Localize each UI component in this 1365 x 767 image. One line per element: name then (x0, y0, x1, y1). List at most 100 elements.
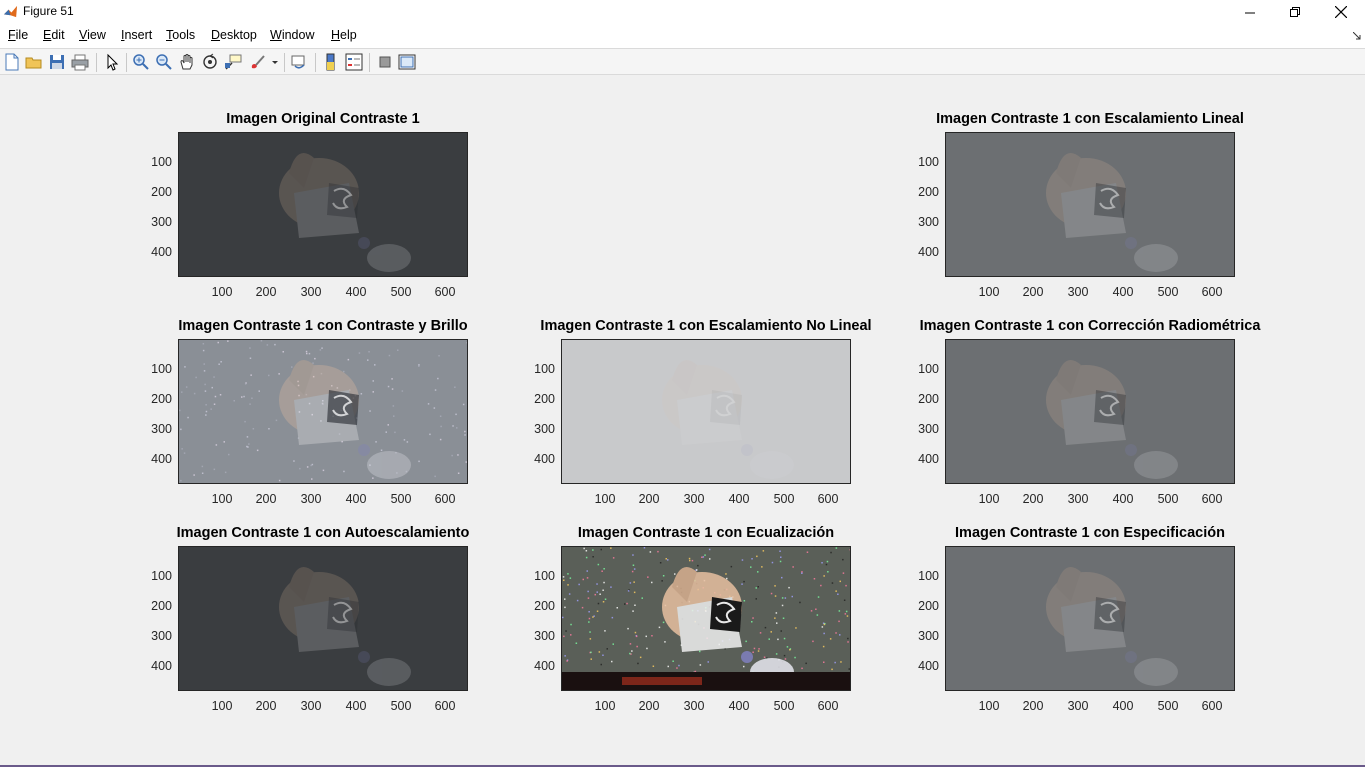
subplot-axes[interactable] (178, 339, 468, 484)
y-tick-label: 200 (151, 599, 172, 613)
y-tick-label: 200 (918, 185, 939, 199)
x-tick-label: 100 (978, 285, 1000, 299)
x-tick-label: 200 (255, 492, 277, 506)
x-tick-label: 100 (594, 699, 616, 713)
x-tick-label: 200 (638, 492, 660, 506)
show-plot-tools-icon[interactable] (398, 53, 416, 71)
y-tick-label: 100 (151, 569, 172, 583)
hide-plot-tools-icon[interactable] (376, 53, 394, 71)
x-tick-label: 100 (211, 492, 233, 506)
restore-button[interactable] (1272, 0, 1318, 24)
x-tick-label: 600 (1201, 699, 1223, 713)
close-button[interactable] (1318, 0, 1364, 24)
x-tick-label: 600 (434, 285, 456, 299)
y-tick-label: 400 (151, 245, 172, 259)
x-tick-label: 300 (1067, 699, 1089, 713)
y-tick-label: 400 (151, 452, 172, 466)
data-cursor-icon[interactable] (224, 53, 242, 71)
subplot-title: Imagen Contraste 1 con Especificación (955, 525, 1225, 541)
menu-desktop[interactable]: Desktop (211, 28, 257, 42)
y-tick-label: 300 (151, 215, 172, 229)
x-tick-label: 300 (683, 699, 705, 713)
subplot-axes[interactable] (945, 132, 1235, 277)
legend-icon[interactable] (345, 53, 363, 71)
menu-window[interactable]: Window (270, 28, 314, 42)
x-tick-label: 600 (817, 699, 839, 713)
x-tick-label: 400 (345, 492, 367, 506)
subplot-axes[interactable] (561, 546, 851, 691)
edit-plot-icon[interactable] (103, 53, 121, 71)
open-icon[interactable] (25, 53, 43, 71)
x-tick-label: 400 (345, 699, 367, 713)
y-tick-label: 400 (918, 245, 939, 259)
y-tick-label: 200 (151, 392, 172, 406)
image-display (562, 340, 850, 483)
chevron-down-icon[interactable] (272, 61, 278, 65)
x-tick-label: 300 (300, 285, 322, 299)
subplot-axes[interactable] (945, 546, 1235, 691)
menu-tools[interactable]: Tools (166, 28, 195, 42)
x-tick-label: 300 (1067, 492, 1089, 506)
link-plot-icon[interactable] (290, 53, 308, 71)
menu-file[interactable]: File (8, 28, 28, 42)
brush-icon[interactable] (249, 53, 267, 71)
subplot-axes[interactable] (178, 132, 468, 277)
pan-icon[interactable] (178, 53, 196, 71)
x-tick-label: 400 (1112, 492, 1134, 506)
subplot-title: Imagen Original Contraste 1 (226, 111, 420, 127)
subplot-title: Imagen Contraste 1 con Corrección Radiom… (919, 318, 1261, 334)
y-tick-label: 400 (918, 659, 939, 673)
x-tick-label: 200 (1022, 492, 1044, 506)
y-tick-label: 100 (918, 362, 939, 376)
y-tick-label: 300 (151, 422, 172, 436)
x-tick-label: 400 (1112, 285, 1134, 299)
x-tick-label: 500 (390, 285, 412, 299)
zoom-out-icon[interactable] (155, 53, 173, 71)
menu-view[interactable]: View (79, 28, 106, 42)
x-tick-label: 500 (390, 492, 412, 506)
x-tick-label: 600 (1201, 492, 1223, 506)
x-tick-label: 600 (434, 699, 456, 713)
zoom-in-icon[interactable] (132, 53, 150, 71)
image-display (946, 133, 1234, 276)
toolbar-separator (315, 53, 316, 72)
print-icon[interactable] (71, 53, 89, 71)
x-tick-label: 100 (978, 492, 1000, 506)
subplot-title: Imagen Contraste 1 con Escalamiento No L… (540, 318, 872, 334)
y-tick-label: 200 (534, 392, 555, 406)
colorbar-icon[interactable] (322, 53, 340, 71)
minimize-button[interactable] (1227, 0, 1273, 24)
menu-insert[interactable]: Insert (121, 28, 152, 42)
y-tick-label: 300 (918, 629, 939, 643)
x-tick-label: 300 (1067, 285, 1089, 299)
toolbar-separator (284, 53, 285, 72)
title-bar: Figure 51 (0, 0, 1365, 24)
x-tick-label: 500 (390, 699, 412, 713)
subplot-axes[interactable] (945, 339, 1235, 484)
image-display (946, 340, 1234, 483)
y-tick-label: 400 (151, 659, 172, 673)
x-tick-label: 100 (594, 492, 616, 506)
image-display (179, 133, 467, 276)
y-tick-label: 400 (534, 659, 555, 673)
dock-arrow-icon[interactable] (1353, 32, 1361, 40)
y-tick-label: 200 (534, 599, 555, 613)
subplot-axes[interactable] (178, 546, 468, 691)
x-tick-label: 200 (255, 285, 277, 299)
x-tick-label: 600 (817, 492, 839, 506)
y-tick-label: 300 (918, 215, 939, 229)
menu-edit[interactable]: Edit (43, 28, 65, 42)
y-tick-label: 200 (918, 599, 939, 613)
new-figure-icon[interactable] (3, 53, 21, 71)
y-tick-label: 200 (918, 392, 939, 406)
y-tick-label: 300 (534, 629, 555, 643)
x-tick-label: 500 (773, 699, 795, 713)
subplot-axes[interactable] (561, 339, 851, 484)
toolbar-separator (369, 53, 370, 72)
save-icon[interactable] (48, 53, 66, 71)
close-icon (1335, 6, 1347, 18)
rotate-3d-icon[interactable] (201, 53, 219, 71)
menu-help[interactable]: Help (331, 28, 357, 42)
x-tick-label: 300 (683, 492, 705, 506)
x-tick-label: 200 (638, 699, 660, 713)
